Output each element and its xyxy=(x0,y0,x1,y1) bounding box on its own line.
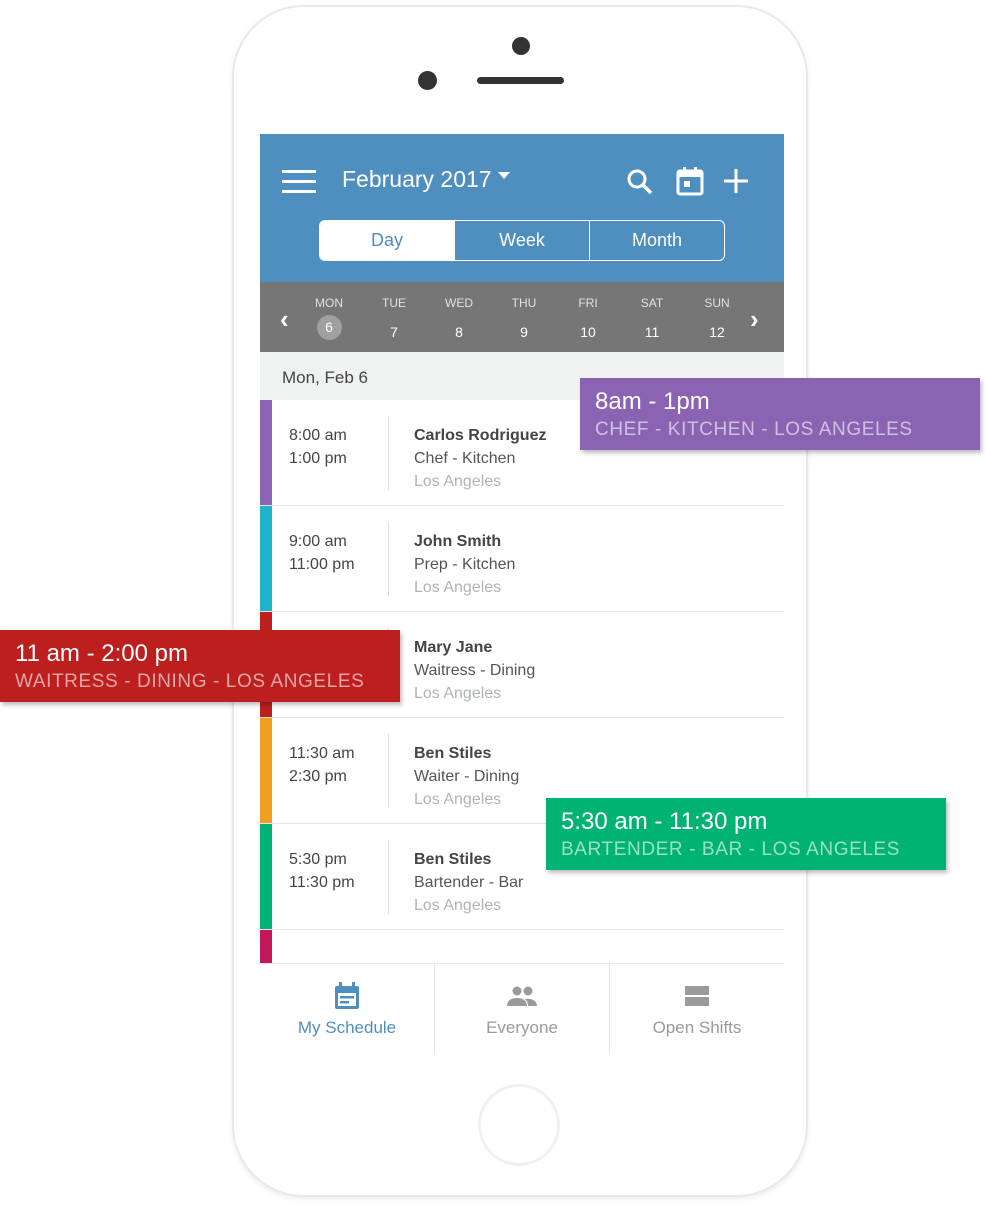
day-sun[interactable]: SUN 12 xyxy=(692,296,742,345)
tab-week[interactable]: Week xyxy=(455,221,590,260)
shift-callout-chef: 8am - 1pm CHEF - KITCHEN - LOS ANGELES xyxy=(580,378,980,450)
shift-end: 1:00 pm xyxy=(289,450,347,467)
calendar-icon[interactable] xyxy=(676,166,704,196)
tab-my-schedule[interactable]: My Schedule xyxy=(260,964,435,1053)
callout-time: 11 am - 2:00 pm xyxy=(15,640,188,667)
day-name: WED xyxy=(445,296,473,310)
chevron-left-icon[interactable]: ‹ xyxy=(280,304,289,335)
employee-name: Ben Stiles xyxy=(414,745,492,762)
employee-name: Mary Jane xyxy=(414,639,493,656)
shift-location: Los Angeles xyxy=(414,685,502,702)
day-name: FRI xyxy=(578,296,598,310)
month-selector[interactable]: February 2017 xyxy=(342,166,510,193)
app-screen: February 2017 Day Week Month ‹ MON 6 TUE 7… xyxy=(260,134,784,1053)
shift-row[interactable]: 9:00 am 11:00 pm John Smith Prep - Kitchen L… xyxy=(260,506,784,612)
day-name: SUN xyxy=(704,296,730,310)
employee-name: Ben Stiles xyxy=(414,851,492,868)
day-thu[interactable]: THU 9 xyxy=(499,296,549,345)
shift-color-bar xyxy=(260,930,272,963)
day-date: 6 xyxy=(316,315,342,340)
shift-role: Bartender - Bar xyxy=(414,874,524,891)
shift-row[interactable] xyxy=(260,930,784,963)
schedule-icon xyxy=(335,982,359,1009)
tab-label: Open Shifts xyxy=(652,1018,742,1037)
tab-everyone[interactable]: Everyone xyxy=(435,964,610,1053)
callout-time: 5:30 am - 11:30 pm xyxy=(561,808,768,835)
shift-role: Waitress - Dining xyxy=(414,662,536,679)
callout-detail: CHEF - KITCHEN - LOS ANGELES xyxy=(595,419,913,440)
month-title: February 2017 xyxy=(342,166,492,192)
speaker-grille xyxy=(477,77,564,84)
shift-role: Prep - Kitchen xyxy=(414,556,516,573)
day-date: 9 xyxy=(520,324,528,340)
search-icon[interactable] xyxy=(626,168,654,196)
day-tue[interactable]: TUE 7 xyxy=(369,296,419,345)
day-name: THU xyxy=(511,296,537,310)
shift-location: Los Angeles xyxy=(414,579,502,596)
shift-end: 2:30 pm xyxy=(289,768,347,785)
shift-location: Los Angeles xyxy=(414,473,502,490)
tab-month[interactable]: Month xyxy=(590,221,724,260)
day-date: 7 xyxy=(390,324,398,340)
shift-role: Waiter - Dining xyxy=(414,768,520,785)
shift-role: Chef - Kitchen xyxy=(414,450,516,467)
week-strip: ‹ MON 6 TUE 7 WED 8 THU 9 FRI 10 SAT 11 SUN 12 … xyxy=(260,282,784,352)
shift-callout-waitress: 11 am - 2:00 pm WAITRESS - DINING - LOS A… xyxy=(0,630,400,702)
day-name: TUE xyxy=(382,296,406,310)
shift-location: Los Angeles xyxy=(414,897,502,914)
shift-start: 11:30 am xyxy=(289,745,355,762)
callout-time: 8am - 1pm xyxy=(595,388,710,415)
people-icon xyxy=(507,986,537,1006)
day-mon[interactable]: MON 6 xyxy=(304,296,354,340)
view-switcher: Day Week Month xyxy=(319,220,725,261)
day-wed[interactable]: WED 8 xyxy=(434,296,484,345)
shift-location: Los Angeles xyxy=(414,791,502,808)
open-shifts-icon xyxy=(685,986,709,1006)
shift-color-bar xyxy=(260,506,272,611)
bottom-tab-bar: My Schedule Everyone Open Shifts xyxy=(260,963,784,1053)
caret-down-icon xyxy=(497,172,510,185)
shift-end: 11:30 pm xyxy=(289,874,355,891)
day-date: 8 xyxy=(455,324,463,340)
day-sat[interactable]: SAT 11 xyxy=(627,296,677,345)
camera-dot xyxy=(512,37,530,55)
day-date: 12 xyxy=(709,324,725,340)
employee-name: Carlos Rodriguez xyxy=(414,427,547,444)
tab-label: Everyone xyxy=(486,1018,558,1037)
shift-start: 9:00 am xyxy=(289,533,347,550)
shift-end: 11:00 pm xyxy=(289,556,355,573)
shift-start: 5:30 pm xyxy=(289,851,347,868)
app-header: February 2017 Day Week Month xyxy=(260,134,784,282)
day-date: 11 xyxy=(644,324,660,340)
home-button[interactable] xyxy=(478,1084,560,1166)
tab-day[interactable]: Day xyxy=(320,221,455,260)
shift-callout-bartender: 5:30 am - 11:30 pm BARTENDER - BAR - LOS … xyxy=(546,798,946,870)
day-date: 10 xyxy=(580,324,596,340)
chevron-right-icon[interactable]: › xyxy=(750,304,759,335)
tab-label: My Schedule xyxy=(297,1018,397,1037)
callout-detail: WAITRESS - DINING - LOS ANGELES xyxy=(15,671,365,692)
day-fri[interactable]: FRI 10 xyxy=(563,296,613,345)
shift-color-bar xyxy=(260,824,272,929)
employee-name: John Smith xyxy=(414,533,502,550)
menu-icon[interactable] xyxy=(282,170,316,194)
shift-start: 8:00 am xyxy=(289,427,347,444)
plus-icon[interactable] xyxy=(723,168,749,194)
front-camera xyxy=(418,71,437,90)
tab-open-shifts[interactable]: Open Shifts xyxy=(610,964,784,1053)
day-name: MON xyxy=(315,296,343,310)
shift-color-bar xyxy=(260,718,272,823)
callout-detail: BARTENDER - BAR - LOS ANGELES xyxy=(561,839,901,860)
day-name: SAT xyxy=(640,296,664,310)
shift-color-bar xyxy=(260,400,272,505)
